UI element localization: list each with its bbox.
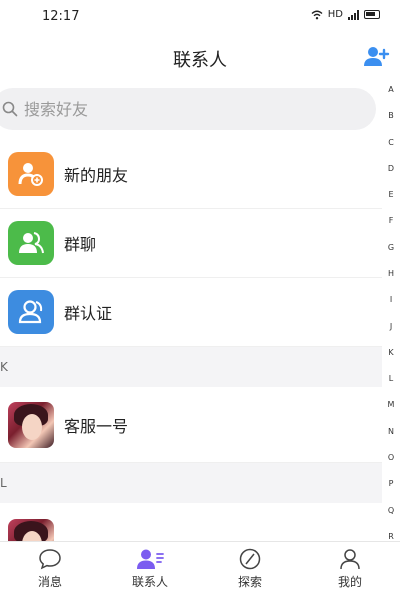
index-letter[interactable]: M [388,401,395,409]
group-verify-item[interactable]: 群认证 [0,278,382,347]
index-letter[interactable]: G [388,243,394,252]
index-letter[interactable]: H [388,269,394,278]
page-title: 联系人 [173,50,227,71]
bottom-tab-bar: 消息 联系人 探索 我的 [0,541,400,600]
index-letter[interactable]: B [388,112,394,120]
index-letter[interactable]: O [388,453,394,462]
network-type: HD [327,9,343,20]
index-letter[interactable]: P [389,480,394,488]
search-input[interactable] [24,99,324,119]
index-letter[interactable]: A [388,86,393,94]
index-letter[interactable]: R [388,532,394,541]
add-friend-button[interactable] [362,44,390,70]
tab-contacts-label: 联系人 [131,575,168,589]
new-friends-item[interactable]: 新的朋友 [0,140,382,209]
new-friend-icon [8,152,54,196]
section-header-k: K [0,347,382,387]
tab-contacts[interactable]: 联系人 [100,542,200,600]
group-verify-icon [8,290,54,334]
profile-icon [340,549,360,570]
contacts-icon [137,549,164,569]
group-chat-icon [8,221,54,265]
search-bar[interactable] [0,88,376,130]
index-letter[interactable]: F [389,217,394,225]
index-letter[interactable]: I [390,296,392,304]
contact-name: 客服一号 [64,416,129,436]
add-friend-icon [364,47,390,66]
section-header-l: L [0,463,382,503]
index-letter[interactable]: Q [388,506,394,515]
index-letter[interactable]: N [388,427,394,436]
nav-bar: 联系人 [0,36,400,80]
status-bar: 12:17 HD [0,0,400,34]
tab-explore[interactable]: 探索 [200,542,300,600]
wifi-icon [311,10,323,19]
status-icons: HD [311,9,380,20]
index-letter[interactable]: E [388,191,393,199]
search-icon [2,101,18,117]
avatar [8,401,54,448]
status-time: 12:17 [42,9,80,24]
index-letter[interactable]: K [388,348,393,357]
tab-explore-label: 探索 [237,575,262,589]
alphabet-index[interactable]: A B C D E F G H I J K L M N O P Q R [384,86,398,541]
tab-profile-label: 我的 [337,575,362,589]
tab-profile[interactable]: 我的 [300,542,400,600]
group-chat-label: 群聊 [64,235,97,254]
battery-icon [364,10,380,19]
contact-list: 新的朋友 群聊 群认证 K 客服一号 L [0,140,382,579]
index-letter[interactable]: L [389,375,393,383]
contact-row[interactable]: 客服一号 [0,387,382,463]
group-chat-item[interactable]: 群聊 [0,209,382,278]
explore-icon [239,548,261,570]
index-letter[interactable]: C [388,138,394,147]
group-verify-label: 群认证 [64,304,113,323]
tab-messages-label: 消息 [37,575,62,589]
message-icon [39,549,61,570]
index-letter[interactable]: J [390,322,392,331]
index-letter[interactable]: D [388,164,394,173]
tab-messages[interactable]: 消息 [0,542,100,600]
signal-icon [348,9,359,20]
new-friends-label: 新的朋友 [64,166,129,185]
